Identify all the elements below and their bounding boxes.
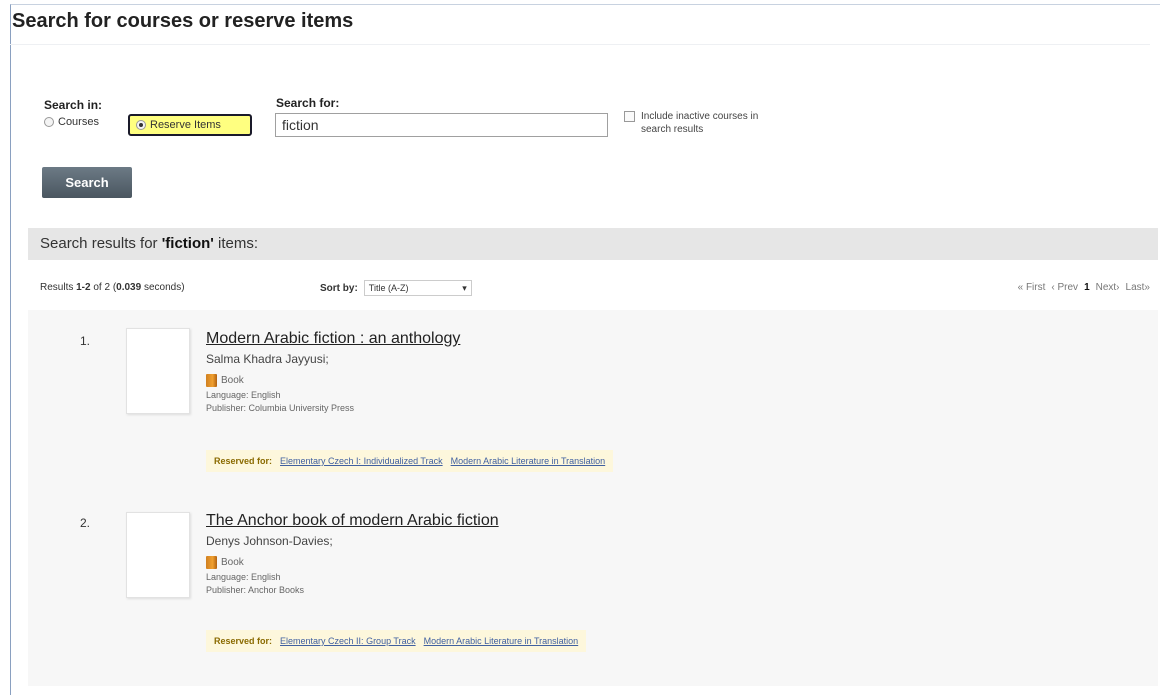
include-inactive-checkbox[interactable] — [624, 111, 635, 122]
title-divider — [10, 44, 1150, 45]
sort-control: Sort by: Title (A-Z) ▾ — [320, 280, 472, 296]
reserved-label: Reserved for: — [214, 456, 273, 466]
count-time: 0.039 — [116, 282, 142, 293]
result-format-label: Book — [221, 557, 244, 568]
radio-courses-icon[interactable] — [44, 117, 54, 127]
result-title-link[interactable]: The Anchor book of modern Arabic fiction — [206, 512, 499, 530]
result-author: Salma Khadra Jayyusi; — [206, 352, 329, 366]
count-suffix: seconds) — [141, 282, 185, 293]
result-publisher: Publisher: Anchor Books — [206, 585, 305, 595]
result-number: 1. — [80, 334, 91, 348]
radio-reserve-items[interactable]: Reserve Items — [128, 114, 252, 136]
book-icon — [206, 556, 217, 569]
result-format-label: Book — [221, 375, 244, 386]
pager-next[interactable]: Next› — [1096, 282, 1120, 293]
reserved-for: Reserved for: Elementary Czech II: Group… — [206, 630, 587, 652]
radio-courses-label: Courses — [58, 116, 99, 128]
radio-reserve-icon[interactable] — [136, 120, 146, 130]
reserved-label: Reserved for: — [214, 636, 273, 646]
sort-select[interactable]: Title (A-Z) ▾ — [363, 280, 472, 296]
result-language: Language: English — [206, 390, 281, 400]
search-in-label: Search in: — [44, 98, 103, 112]
result-language: Language: English — [206, 572, 281, 582]
pager-prev[interactable]: ‹ Prev — [1051, 282, 1078, 293]
result-info: The Anchor book of modern Arabic fiction… — [206, 512, 499, 595]
results-header-query: 'fiction' — [161, 235, 214, 252]
include-inactive-label-line1: Include inactive courses in — [641, 111, 759, 122]
book-cover[interactable] — [126, 512, 190, 598]
course-link[interactable]: Elementary Czech I: Individualized Track — [280, 450, 443, 472]
search-input[interactable] — [275, 113, 608, 137]
book-cover[interactable] — [126, 328, 190, 414]
pager-current: 1 — [1084, 282, 1090, 293]
chevron-down-icon: ▾ — [462, 283, 467, 293]
course-link[interactable]: Elementary Czech II: Group Track — [280, 630, 416, 652]
reserved-for: Reserved for: Elementary Czech I: Indivi… — [206, 450, 614, 472]
pagination: « First ‹ Prev 1 Next› Last» — [1018, 282, 1150, 293]
count-range: 1-2 — [76, 282, 91, 293]
results-list: 1. Modern Arabic fiction : an anthology … — [28, 310, 1158, 686]
result-number: 2. — [80, 516, 91, 530]
results-header: Search results for 'fiction' items: — [28, 228, 1158, 260]
sort-value: Title (A-Z) — [368, 283, 409, 293]
radio-reserve-label: Reserve Items — [150, 119, 221, 131]
results-meta: Results 1-2 of 2 (0.039 seconds) Sort by… — [40, 280, 1150, 298]
sort-label: Sort by: — [320, 282, 358, 294]
result-author: Denys Johnson-Davies; — [206, 534, 333, 548]
results-header-prefix: Search results for — [40, 235, 162, 252]
include-inactive-option[interactable]: Include inactive courses in search resul… — [624, 110, 758, 136]
result-title-link[interactable]: Modern Arabic fiction : an anthology — [206, 330, 460, 348]
search-for-label: Search for: — [276, 96, 340, 110]
count-prefix: Results — [40, 282, 77, 293]
count-of: of 2 ( — [90, 282, 117, 293]
results-header-suffix: items: — [213, 235, 259, 252]
book-icon — [206, 374, 217, 387]
search-button[interactable]: Search — [42, 167, 132, 198]
pager-last[interactable]: Last» — [1126, 282, 1150, 293]
radio-courses[interactable]: Courses — [44, 116, 99, 128]
pager-first[interactable]: « First — [1018, 282, 1046, 293]
results-count: Results 1-2 of 2 (0.039 seconds) — [40, 282, 185, 293]
result-info: Modern Arabic fiction : an anthology Sal… — [206, 330, 460, 413]
result-format: Book — [206, 556, 499, 569]
result-publisher: Publisher: Columbia University Press — [206, 403, 355, 413]
result-format: Book — [206, 374, 460, 387]
page-title: Search for courses or reserve items — [12, 10, 354, 32]
course-link[interactable]: Modern Arabic Literature in Translation — [424, 630, 579, 652]
course-link[interactable]: Modern Arabic Literature in Translation — [451, 450, 606, 472]
include-inactive-label-line2: search results — [641, 124, 704, 135]
include-inactive-label: Include inactive courses in search resul… — [641, 110, 758, 136]
